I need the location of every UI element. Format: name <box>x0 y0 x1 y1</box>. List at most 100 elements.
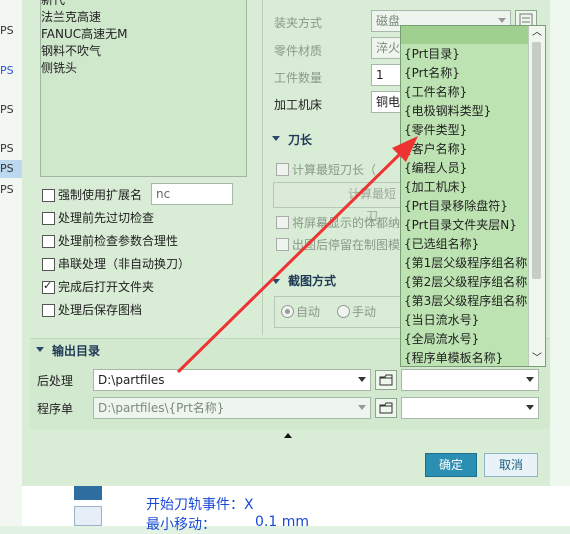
post-dir-input[interactable]: D:\partfiles <box>93 369 371 391</box>
param-check-label: 处理前检查参数合理性 <box>58 234 179 248</box>
stay-drafting-label: 出图后停留在制图模 <box>292 238 401 252</box>
stay-drafting-checkbox[interactable] <box>276 238 289 251</box>
popup-scrollbar[interactable]: ︿ ﹀ <box>528 26 545 366</box>
list-item[interactable]: FANUC高速无M <box>41 26 128 42</box>
calc-shortest-checkbox[interactable] <box>276 163 289 176</box>
popup-item[interactable]: {加工机床} <box>404 178 467 197</box>
strip-item[interactable]: PS <box>0 181 22 199</box>
manual-radio-label: 手动 <box>352 305 377 319</box>
scrollbar-thumb[interactable] <box>532 42 541 279</box>
popup-item[interactable]: {当日流水号} <box>404 311 479 330</box>
popup-item[interactable]: {电极钢料类型} <box>404 102 491 121</box>
strip-item[interactable]: PS <box>0 101 22 119</box>
cancel-button[interactable]: 取消 <box>484 453 538 477</box>
right-edge-panel <box>550 0 570 486</box>
popup-item[interactable]: {程序单模板名称} <box>404 349 503 368</box>
ok-button[interactable]: 确定 <box>425 453 477 477</box>
post-dir-value: D:\partfiles <box>98 373 165 387</box>
postprocessor-list[interactable]: 新代 法兰克高速 FANUC高速无M 钢料不吹气 侧铣头 <box>40 0 247 177</box>
chevron-down-icon <box>498 18 506 23</box>
chain-process-label: 串联处理（非自动换刀） <box>58 257 191 271</box>
list-item[interactable]: 钢料不吹气 <box>41 43 101 59</box>
list-item[interactable]: 法兰克高速 <box>41 9 101 25</box>
popup-item[interactable]: {Prt目录} <box>404 45 460 64</box>
popup-item[interactable]: {Prt目录文件夹层N} <box>404 216 517 235</box>
manual-radio[interactable] <box>337 305 350 318</box>
force-ext-checkbox[interactable] <box>42 189 55 202</box>
open-folder-checkbox[interactable] <box>42 279 55 294</box>
prog-variable-select[interactable] <box>401 397 539 419</box>
save-image-label: 处理后保存图档 <box>58 303 143 317</box>
collapse-icon[interactable] <box>36 347 44 352</box>
clamp-value: 磁盘 <box>376 14 401 28</box>
list-item[interactable]: 新代 <box>41 0 65 8</box>
popup-item[interactable]: {全局流水号} <box>404 330 479 349</box>
browse-folder-button-2[interactable] <box>375 398 397 418</box>
strip-item[interactable]: PS <box>0 160 22 178</box>
material-label: 零件材质 <box>274 44 323 58</box>
toolbar-icon-2[interactable] <box>74 506 102 526</box>
popup-item[interactable]: {编程人员} <box>404 159 467 178</box>
strip-item[interactable]: PS <box>0 62 22 80</box>
overcut-check-checkbox[interactable] <box>42 212 55 225</box>
left-side-strip: PS PS PS PS PS PS <box>0 0 23 526</box>
auto-radio-label: 自动 <box>296 305 321 319</box>
expand-up-icon[interactable] <box>284 433 292 438</box>
popup-item[interactable]: {Prt名称} <box>404 64 460 83</box>
min-move-label: 最小移动： <box>146 517 216 533</box>
include-screen-bodies-checkbox[interactable] <box>276 216 289 229</box>
quantity-label: 工件数量 <box>274 71 323 85</box>
popup-item[interactable]: {已选组名称} <box>404 235 479 254</box>
list-item[interactable]: 侧铣头 <box>41 60 77 76</box>
output-title: 输出目录 <box>52 344 101 358</box>
popup-item[interactable]: {工件名称} <box>404 83 467 102</box>
popup-item[interactable]: {Prt目录移除盘符} <box>404 197 508 216</box>
force-ext-label: 强制使用扩展名 <box>58 188 143 202</box>
strip-item[interactable]: PS <box>0 140 22 158</box>
chevron-down-icon <box>526 377 534 382</box>
chevron-down-icon <box>358 405 366 410</box>
collapse-icon[interactable] <box>272 136 280 141</box>
open-folder-label: 完成后打开文件夹 <box>58 280 155 294</box>
param-check-checkbox[interactable] <box>42 235 55 248</box>
browse-folder-button[interactable] <box>375 370 397 390</box>
start-event-text: 开始刀轨事件：X <box>146 497 254 513</box>
tool-length-title: 刀长 <box>288 133 313 147</box>
chevron-down-icon <box>526 405 534 410</box>
post-variable-select[interactable] <box>401 369 539 391</box>
overcut-check-label: 处理前先过切检查 <box>58 211 155 225</box>
quantity-input[interactable]: 1 <box>371 64 401 86</box>
extension-input[interactable]: nc <box>151 183 233 205</box>
column-divider <box>262 0 263 335</box>
material-select[interactable]: 淬火 <box>371 37 401 59</box>
capture-title: 截图方式 <box>288 274 337 288</box>
prog-sheet-label: 程序单 <box>37 402 74 416</box>
strip-item[interactable]: PS <box>0 22 22 40</box>
prog-sheet-input[interactable]: D:\partfiles\{Prt名称} <box>93 397 371 419</box>
popup-item[interactable]: {零件类型} <box>404 121 467 140</box>
popup-item[interactable]: {客户名称} <box>404 140 467 159</box>
collapse-icon[interactable] <box>272 279 280 284</box>
machine-select[interactable]: 铜电 <box>371 91 401 113</box>
popup-item[interactable]: {第2层父级程序组名称} <box>404 273 535 292</box>
folder-icon <box>379 374 393 386</box>
popup-header <box>401 26 529 44</box>
popup-item[interactable]: {第1层父级程序组名称} <box>404 254 535 273</box>
variable-popup-list[interactable]: {Prt目录} {Prt名称} {工件名称} {电极钢料类型} {零件类型} {… <box>400 25 546 367</box>
machine-label: 加工机床 <box>274 98 323 112</box>
chain-process-checkbox[interactable] <box>42 258 55 271</box>
calc-shortest-label: 计算最短刀长（ <box>292 163 377 177</box>
save-image-checkbox[interactable] <box>42 304 55 317</box>
scroll-up-icon[interactable]: ︿ <box>532 28 542 38</box>
prog-sheet-value: D:\partfiles\{Prt名称} <box>98 401 225 415</box>
folder-icon <box>379 402 393 414</box>
toolbar-icon[interactable] <box>74 486 102 500</box>
include-screen-bodies-label: 将屏幕显示的体都纳 <box>292 216 401 230</box>
post-dir-label: 后处理 <box>37 374 74 388</box>
auto-radio[interactable] <box>281 305 294 318</box>
popup-item[interactable]: {第3层父级程序组名称} <box>404 292 535 311</box>
clamp-label: 装夹方式 <box>274 16 323 30</box>
scroll-down-icon[interactable]: ﹀ <box>532 354 542 364</box>
calc-shortest-button[interactable]: 计算最短刀 <box>273 182 401 223</box>
min-move-value: 0.1 mm <box>255 514 309 530</box>
